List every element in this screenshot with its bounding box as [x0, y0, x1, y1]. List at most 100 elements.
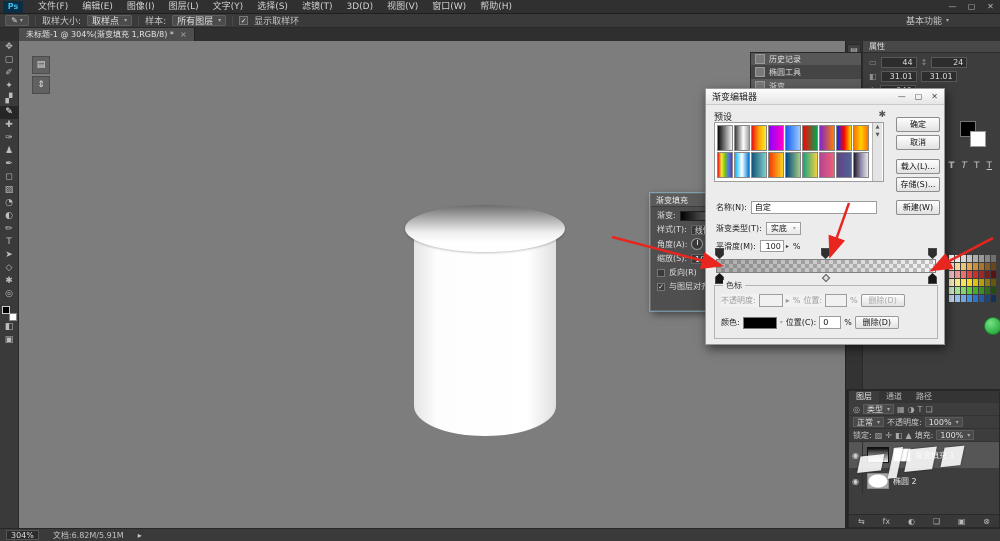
swatch[interactable] — [949, 287, 954, 294]
new-layer-icon[interactable]: ▣ — [958, 517, 966, 526]
widget-grid-icon[interactable]: ▤ — [32, 56, 50, 74]
menu-image[interactable]: 图像(I) — [120, 0, 162, 14]
menu-view[interactable]: 视图(V) — [380, 0, 425, 14]
caps-type-icon[interactable]: T — [974, 161, 980, 171]
swatch[interactable] — [961, 263, 966, 270]
filter-kind-icon[interactable]: ▦ — [897, 405, 905, 414]
gradient-preset[interactable] — [785, 152, 801, 178]
dodge-tool[interactable]: ◐ — [0, 210, 19, 223]
new-button[interactable]: 新建(W) — [896, 200, 940, 215]
menu-window[interactable]: 窗口(W) — [425, 0, 473, 14]
close-button[interactable]: ✕ — [981, 0, 1000, 14]
background-color-chip[interactable] — [9, 313, 17, 321]
swatch[interactable] — [979, 263, 984, 270]
opacity-position-field[interactable] — [825, 294, 847, 307]
swatch[interactable] — [985, 263, 990, 270]
layer-name[interactable]: 椭圆 2 — [893, 476, 917, 487]
screen-mode-icon[interactable]: ▣ — [0, 334, 19, 347]
healing-brush-tool[interactable]: ✚ — [0, 119, 19, 132]
front-color-chip[interactable] — [970, 131, 986, 147]
swatch[interactable] — [955, 295, 960, 302]
swatch[interactable] — [991, 287, 996, 294]
swatch[interactable] — [955, 263, 960, 270]
swatch[interactable] — [961, 295, 966, 302]
ok-button[interactable]: 确定 — [896, 117, 940, 132]
properties-panel-tab[interactable]: 属性 — [863, 41, 1000, 53]
tab-close-icon[interactable]: × — [180, 30, 187, 39]
hand-tool[interactable]: ✱ — [0, 275, 19, 288]
gradient-preset[interactable] — [768, 152, 784, 178]
swatch[interactable] — [973, 255, 978, 262]
stop-color-swatch[interactable] — [743, 317, 777, 329]
load-button[interactable]: 载入(L)... — [896, 159, 940, 174]
foreground-background-colors[interactable] — [2, 306, 17, 321]
link-layers-icon[interactable]: ⇆ — [858, 517, 865, 526]
ellipse-layer-thumbnail[interactable] — [867, 473, 889, 489]
gradient-preset[interactable] — [802, 125, 818, 151]
lock-transparency-icon[interactable]: ▨ — [875, 431, 883, 440]
marquee-tool[interactable]: ▢ — [0, 54, 19, 67]
opacity-stop-right[interactable] — [928, 248, 937, 259]
workspace-switcher[interactable]: 基本功能 ▾ — [906, 14, 949, 27]
gradient-preset[interactable] — [734, 152, 750, 178]
gradient-preset[interactable] — [785, 125, 801, 151]
swatch[interactable] — [991, 295, 996, 302]
properties-field-2[interactable]: 24 — [931, 57, 967, 68]
opacity-stop-middle[interactable] — [821, 248, 830, 259]
history-item[interactable]: 椭圆工具 — [751, 65, 861, 79]
eraser-tool[interactable]: ◻ — [0, 171, 19, 184]
italic-type-icon[interactable]: T — [962, 161, 968, 171]
swatch[interactable] — [949, 255, 954, 262]
widget-resize-icon[interactable]: ⇕ — [32, 76, 50, 94]
swatch[interactable] — [991, 279, 996, 286]
opacity-dropdown[interactable]: 100% ▾ — [925, 417, 963, 427]
shape-tool[interactable]: ◇ — [0, 262, 19, 275]
swatch[interactable] — [979, 271, 984, 278]
gradient-preset[interactable] — [717, 152, 733, 178]
swatch[interactable] — [961, 271, 966, 278]
swatch[interactable] — [979, 295, 984, 302]
document-tab[interactable]: 未标题-1 @ 304%(渐变填充 1,RGB/8) * × — [19, 28, 195, 41]
move-tool[interactable]: ✥ — [0, 41, 19, 54]
swatch[interactable] — [949, 295, 954, 302]
gradient-preset[interactable] — [751, 125, 767, 151]
filter-shape-icon[interactable]: ❏ — [925, 405, 932, 414]
path-select-tool[interactable]: ➤ — [0, 249, 19, 262]
sample-size-dropdown[interactable]: 取样点 ▾ — [87, 15, 132, 26]
align-with-layer-checkbox[interactable]: ✓ — [657, 283, 665, 291]
sample-dropdown[interactable]: 所有图层 ▾ — [172, 15, 226, 26]
presets-scrollbar[interactable]: ▲ ▼ — [872, 123, 882, 181]
maximize-icon[interactable]: ▢ — [915, 92, 923, 101]
clone-stamp-tool[interactable]: ♟ — [0, 145, 19, 158]
gradient-preset[interactable] — [802, 152, 818, 178]
status-flyout-icon[interactable]: ▸ — [138, 531, 142, 540]
layer-row[interactable]: ◉ 渐变填充 1 — [849, 442, 999, 468]
gradient-fill-thumbnail[interactable] — [867, 447, 889, 463]
crop-tool[interactable]: ▞ — [0, 93, 19, 106]
swatch[interactable] — [967, 295, 972, 302]
angle-dial[interactable] — [691, 238, 703, 250]
swatch[interactable] — [973, 295, 978, 302]
menu-filter[interactable]: 滤镜(T) — [295, 0, 340, 14]
gradient-preset[interactable] — [751, 152, 767, 178]
properties-field-4[interactable]: 31.01 — [921, 71, 957, 82]
add-mask-icon[interactable]: ◐ — [908, 517, 915, 526]
swatch[interactable] — [955, 255, 960, 262]
swatch[interactable] — [985, 287, 990, 294]
swatch[interactable] — [967, 255, 972, 262]
gradient-preset[interactable] — [836, 125, 852, 151]
menu-type[interactable]: 文字(Y) — [206, 0, 251, 14]
zoom-level-field[interactable]: 304% — [6, 530, 39, 540]
gradient-preset[interactable] — [717, 125, 733, 151]
tab-layers[interactable]: 图层 — [849, 391, 879, 403]
swatch[interactable] — [949, 271, 954, 278]
midpoint-diamond[interactable] — [822, 274, 830, 282]
menu-edit[interactable]: 编辑(E) — [75, 0, 120, 14]
history-brush-tool[interactable]: ✒ — [0, 158, 19, 171]
tab-channels[interactable]: 通道 — [879, 391, 909, 403]
gradient-strip[interactable] — [716, 259, 936, 273]
fill-dropdown[interactable]: 100% ▾ — [936, 430, 974, 440]
swatch[interactable] — [991, 263, 996, 270]
swatch[interactable] — [979, 255, 984, 262]
close-icon[interactable]: ✕ — [931, 92, 938, 101]
